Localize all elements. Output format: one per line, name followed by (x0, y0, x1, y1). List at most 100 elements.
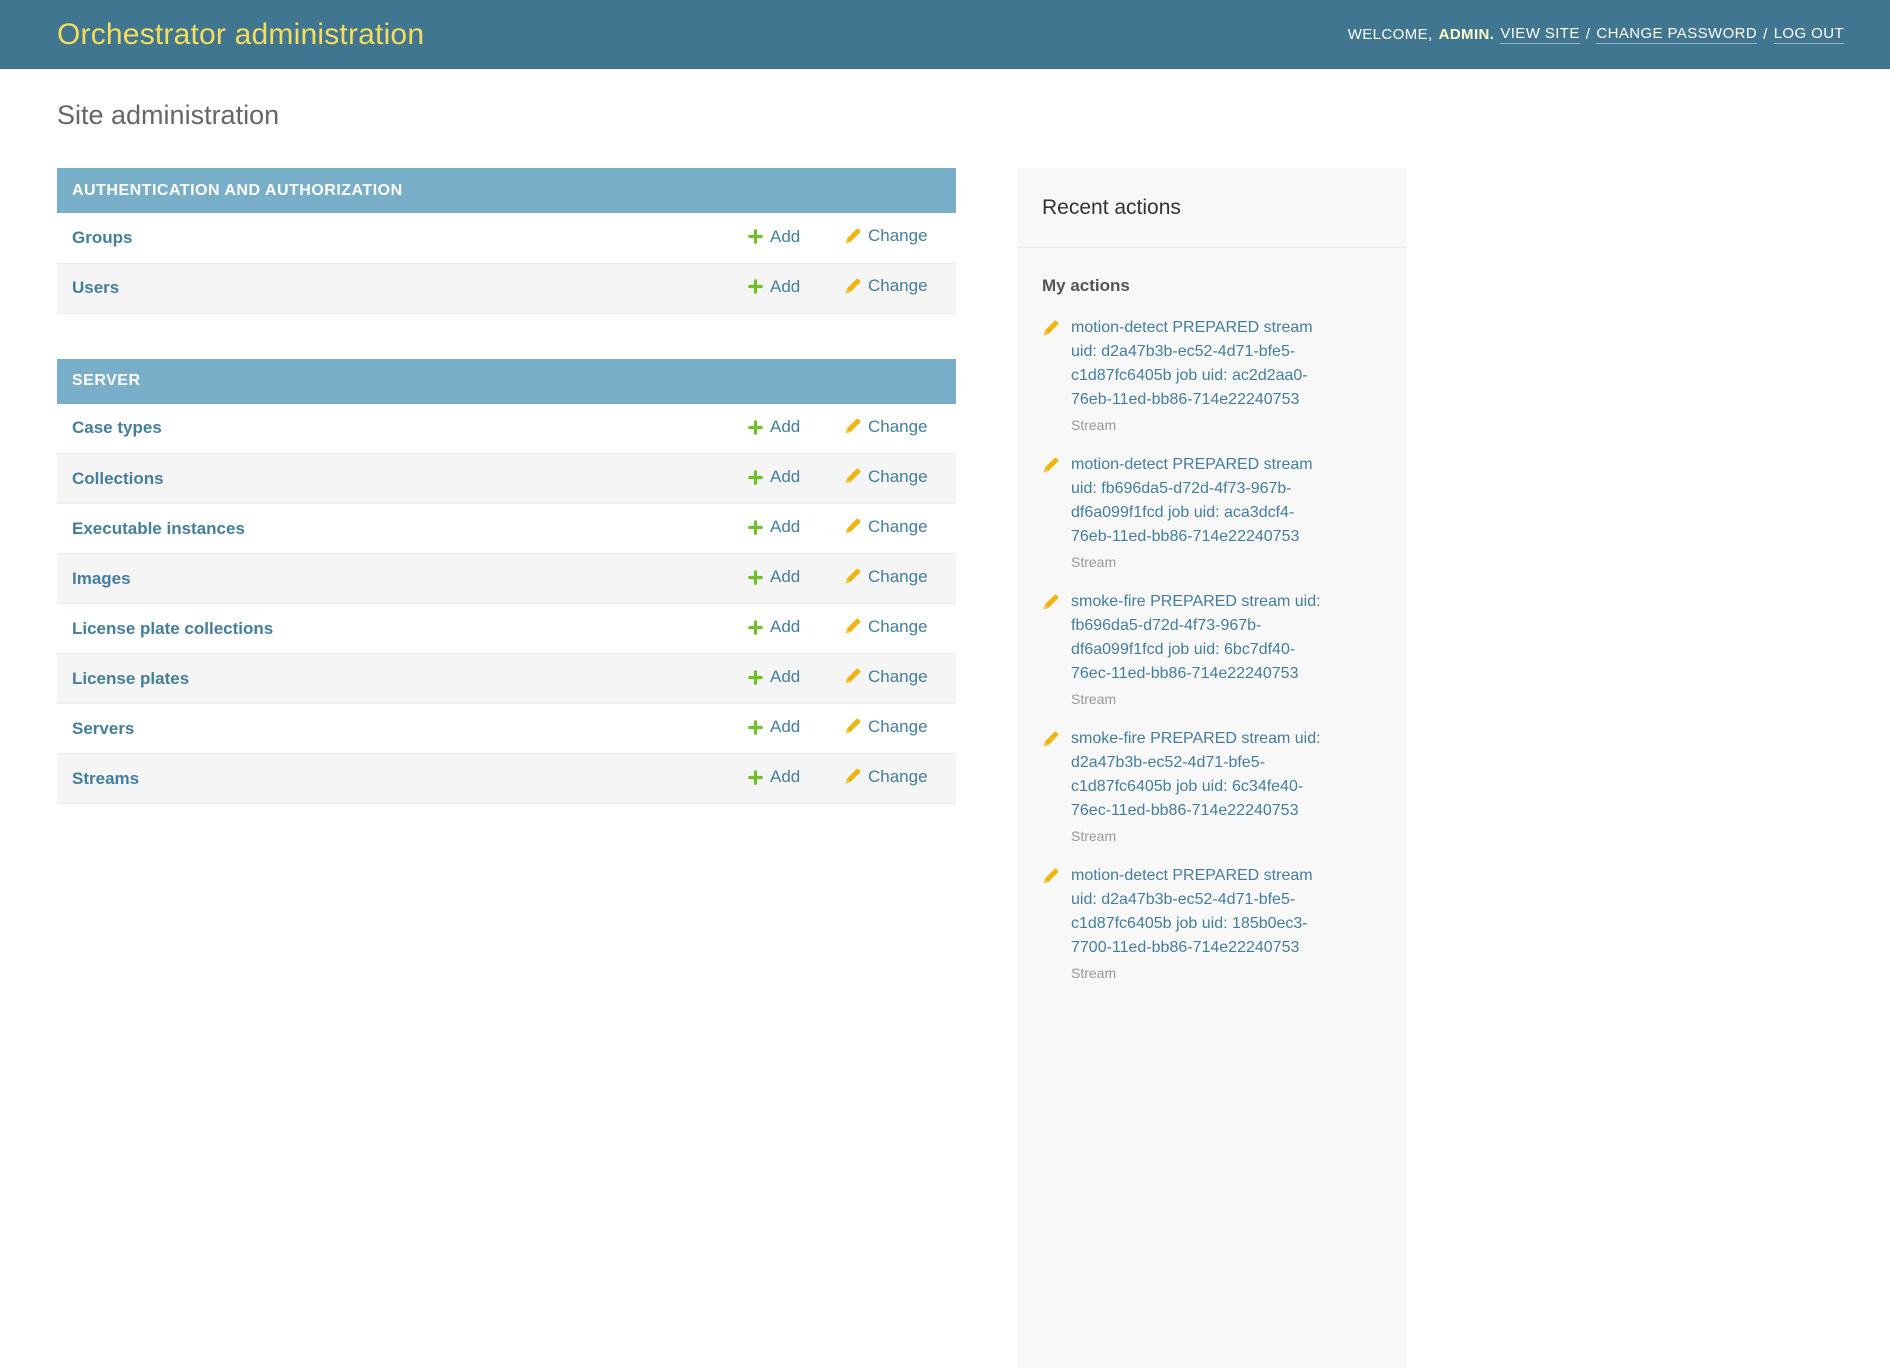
recent-action-item: motion-detect PREPARED stream uid: fb696… (1042, 453, 1332, 572)
change-label: Change (868, 567, 928, 587)
pencil-icon (844, 468, 861, 485)
recent-action-type: Stream (1071, 963, 1332, 983)
user-tools-separator: / (1763, 26, 1768, 43)
pencil-icon (1042, 731, 1059, 748)
recent-actions-list: motion-detect PREPARED stream uid: d2a47… (1017, 316, 1407, 1041)
table-row: Collections Add Change (57, 454, 956, 504)
change-link[interactable]: Change (844, 717, 928, 737)
change-label: Change (868, 517, 928, 537)
table-row: Users Add Change (57, 263, 956, 313)
app-module-caption: SERVER (57, 359, 956, 404)
pencil-icon (844, 668, 861, 685)
pencil-icon (844, 618, 861, 635)
change-link[interactable]: Change (844, 276, 928, 296)
recent-action-link[interactable]: motion-detect PREPARED stream uid: fb696… (1071, 453, 1329, 549)
add-label: Add (770, 617, 800, 637)
recent-actions-title: Recent actions (1017, 168, 1407, 248)
add-link[interactable]: Add (748, 567, 800, 587)
change-link[interactable]: Change (844, 517, 928, 537)
table-row: License plates Add Change (57, 654, 956, 704)
recent-action-link[interactable]: smoke-fire PREPARED stream uid: d2a47b3b… (1071, 727, 1329, 823)
pencil-icon (1042, 457, 1059, 474)
model-table: Case types Add Change Collections (57, 404, 956, 805)
pencil-icon (844, 718, 861, 735)
add-label: Add (770, 517, 800, 537)
user-tools-link[interactable]: VIEW SITE (1500, 25, 1579, 44)
add-link[interactable]: Add (748, 767, 800, 787)
my-actions-heading: My actions (1042, 276, 1382, 296)
change-label: Change (868, 417, 928, 437)
change-link[interactable]: Change (844, 767, 928, 787)
model-table: Groups Add Change Users (57, 213, 956, 314)
recent-action-link[interactable]: motion-detect PREPARED stream uid: d2a47… (1071, 316, 1329, 412)
model-link[interactable]: License plate collections (72, 619, 273, 638)
add-link[interactable]: Add (748, 517, 800, 537)
add-link[interactable]: Add (748, 617, 800, 637)
change-link[interactable]: Change (844, 567, 928, 587)
model-link[interactable]: Images (72, 569, 131, 588)
user-tools-link[interactable]: CHANGE PASSWORD (1596, 25, 1757, 44)
model-link[interactable]: Users (72, 278, 119, 297)
recent-actions-panel: Recent actions My actions motion-detect … (1017, 168, 1407, 1368)
change-label: Change (868, 617, 928, 637)
add-label: Add (770, 667, 800, 687)
change-label: Change (868, 767, 928, 787)
change-link[interactable]: Change (844, 467, 928, 487)
app-module: AUTHENTICATION AND AUTHORIZATION Groups … (57, 168, 956, 314)
model-link[interactable]: Servers (72, 719, 134, 738)
plus-icon (748, 770, 763, 785)
add-label: Add (770, 227, 800, 247)
plus-icon (748, 670, 763, 685)
plus-icon (748, 520, 763, 535)
recent-action-item: smoke-fire PREPARED stream uid: fb696da5… (1042, 590, 1332, 709)
add-link[interactable]: Add (748, 467, 800, 487)
add-label: Add (770, 467, 800, 487)
table-row: License plate collections Add Change (57, 604, 956, 654)
add-link[interactable]: Add (748, 417, 800, 437)
recent-action-link[interactable]: motion-detect PREPARED stream uid: d2a47… (1071, 864, 1329, 960)
add-label: Add (770, 717, 800, 737)
user-tools-link[interactable]: LOG OUT (1774, 25, 1844, 44)
recent-action-item: motion-detect PREPARED stream uid: d2a47… (1042, 864, 1332, 983)
recent-action-link[interactable]: smoke-fire PREPARED stream uid: fb696da5… (1071, 590, 1329, 686)
pencil-icon (844, 228, 861, 245)
model-link[interactable]: Collections (72, 469, 164, 488)
recent-action-type: Stream (1071, 826, 1332, 846)
pencil-icon (844, 568, 861, 585)
change-link[interactable]: Change (844, 617, 928, 637)
pencil-icon (844, 518, 861, 535)
change-link[interactable]: Change (844, 667, 928, 687)
pencil-icon (844, 278, 861, 295)
plus-icon (748, 420, 763, 435)
plus-icon (748, 229, 763, 244)
table-row: Case types Add Change (57, 404, 956, 454)
user-tools: WELCOME, ADMIN. VIEW SITE / CHANGE PASSW… (1348, 25, 1844, 44)
model-link[interactable]: Case types (72, 418, 162, 437)
table-row: Images Add Change (57, 554, 956, 604)
username: ADMIN. (1439, 26, 1495, 43)
table-row: Groups Add Change (57, 213, 956, 263)
plus-icon (748, 570, 763, 585)
pencil-icon (844, 418, 861, 435)
model-link[interactable]: Streams (72, 769, 139, 788)
model-link[interactable]: Groups (72, 228, 132, 247)
add-link[interactable]: Add (748, 717, 800, 737)
model-link[interactable]: License plates (72, 669, 189, 688)
add-link[interactable]: Add (748, 667, 800, 687)
recent-action-type: Stream (1071, 689, 1332, 709)
content: Site administration AUTHENTICATION AND A… (0, 99, 1890, 1368)
change-link[interactable]: Change (844, 417, 928, 437)
recent-action-item: motion-detect PREPARED stream uid: d2a47… (1042, 316, 1332, 435)
change-link[interactable]: Change (844, 226, 928, 246)
add-link[interactable]: Add (748, 277, 800, 297)
add-label: Add (770, 767, 800, 787)
table-row: Streams Add Change (57, 754, 956, 804)
model-link[interactable]: Executable instances (72, 519, 245, 538)
add-link[interactable]: Add (748, 227, 800, 247)
table-row: Servers Add Change (57, 704, 956, 754)
pencil-icon (1042, 868, 1059, 885)
user-links: VIEW SITE / CHANGE PASSWORD / LOG OUT (1500, 25, 1844, 44)
pencil-icon (1042, 320, 1059, 337)
brand-title[interactable]: Orchestrator administration (57, 18, 424, 52)
pencil-icon (844, 768, 861, 785)
